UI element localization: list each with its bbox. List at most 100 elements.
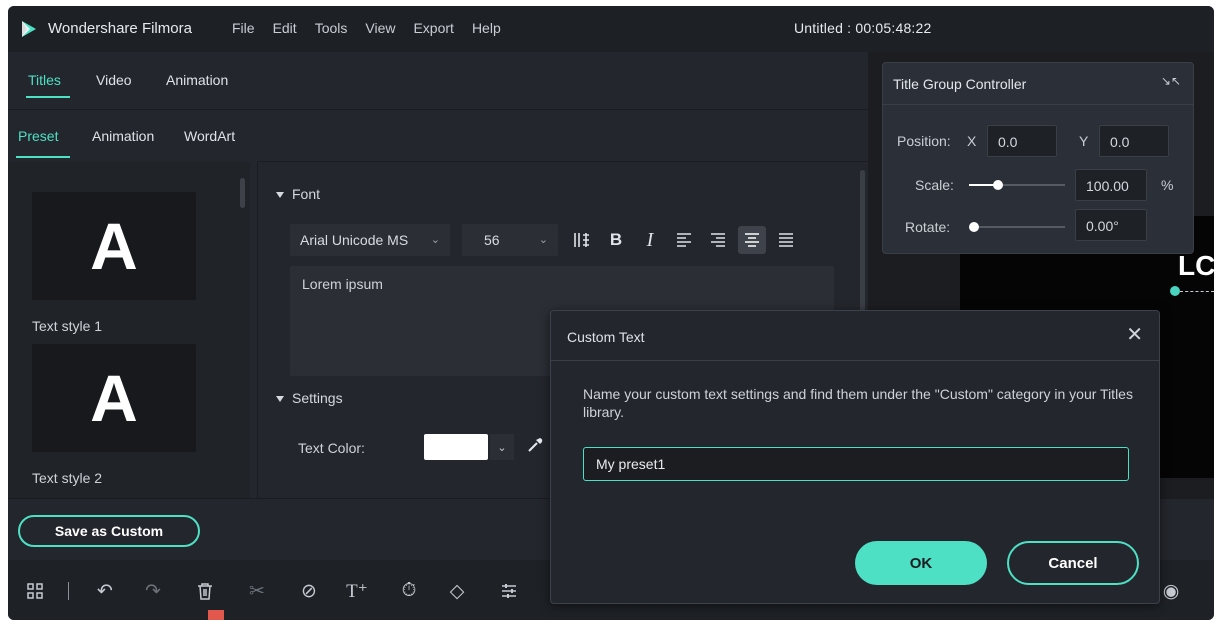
collapse-triangle-icon xyxy=(276,192,284,199)
preset-thumb-2[interactable]: A xyxy=(32,344,196,452)
dialog-title: Custom Text xyxy=(567,329,645,345)
scale-slider-knob[interactable] xyxy=(992,180,1003,190)
sub-tab-row-filler xyxy=(258,110,868,162)
font-family-value: Arial Unicode MS xyxy=(300,232,409,248)
keyframe-icon[interactable]: ◇ xyxy=(444,578,470,604)
undo-icon[interactable]: ↶ xyxy=(92,578,118,604)
delete-icon[interactable] xyxy=(192,578,218,604)
title-bar: Wondershare Filmora File Edit Tools View… xyxy=(8,6,1214,52)
selection-border xyxy=(1180,291,1214,292)
menu-edit[interactable]: Edit xyxy=(273,20,297,36)
line-spacing-icon[interactable] xyxy=(568,226,596,254)
rotate-value: 0.00° xyxy=(1086,218,1119,234)
rotate-input[interactable]: 0.00° xyxy=(1075,209,1147,241)
chevron-down-icon[interactable]: ⌄ xyxy=(490,434,514,460)
rotate-label: Rotate: xyxy=(905,219,951,235)
collapse-icon[interactable]: ↘↖ xyxy=(1161,74,1181,88)
render-preview-icon[interactable]: ◉ xyxy=(1158,578,1184,604)
align-center-icon[interactable] xyxy=(738,226,766,254)
tab-active-underline xyxy=(26,96,70,98)
chevron-down-icon: ⌄ xyxy=(430,234,440,246)
subtab-animation[interactable]: Animation xyxy=(92,128,154,144)
custom-text-dialog: Custom Text ✕ Name your custom text sett… xyxy=(550,310,1160,604)
preset-name-input[interactable] xyxy=(583,447,1129,481)
settings-section-header[interactable]: Settings xyxy=(276,390,343,406)
rotate-slider-knob[interactable] xyxy=(969,222,979,232)
layout-icon[interactable] xyxy=(22,578,48,604)
timer-icon[interactable]: ⏱ xyxy=(396,578,422,604)
tgc-title: Title Group Controller xyxy=(893,76,1027,92)
scale-input[interactable]: 100.00 xyxy=(1075,169,1147,201)
tab-animation[interactable]: Animation xyxy=(166,72,228,88)
font-size-value: 56 xyxy=(484,232,500,248)
title-group-controller: Title Group Controller ↘↖ Position: X 0.… xyxy=(882,62,1194,254)
font-size-select[interactable]: 56 ⌄ xyxy=(462,224,558,256)
menu-view[interactable]: View xyxy=(365,20,395,36)
menu-help[interactable]: Help xyxy=(472,20,501,36)
adjust-icon[interactable] xyxy=(496,578,522,604)
font-family-select[interactable]: Arial Unicode MS ⌄ xyxy=(290,224,450,256)
dialog-header: Custom Text ✕ xyxy=(551,311,1159,361)
y-label: Y xyxy=(1079,133,1089,149)
project-title: Untitled : 00:05:48:22 xyxy=(794,20,932,36)
no-icon[interactable]: ⊘ xyxy=(296,578,322,604)
tab-titles[interactable]: Titles xyxy=(28,72,61,88)
rotate-slider[interactable] xyxy=(969,226,1065,228)
format-toolbar: B I xyxy=(568,226,800,254)
eyedropper-icon[interactable] xyxy=(526,436,546,456)
preset-scrollbar[interactable] xyxy=(240,178,245,208)
ok-button[interactable]: OK xyxy=(855,541,987,585)
font-section-header[interactable]: Font xyxy=(276,186,320,202)
preset-glyph: A xyxy=(90,209,138,283)
text-color-label: Text Color: xyxy=(298,440,365,456)
menu-tools[interactable]: Tools xyxy=(315,20,348,36)
scale-label: Scale: xyxy=(915,177,954,193)
subtab-active-underline xyxy=(16,156,70,158)
app-name: Wondershare Filmora xyxy=(48,20,192,37)
tab-video[interactable]: Video xyxy=(96,72,132,88)
position-label: Position: xyxy=(897,133,951,149)
save-as-custom-button[interactable]: Save as Custom xyxy=(18,515,200,547)
preset-thumb-1[interactable]: A xyxy=(32,192,196,300)
title-sub-tabs: Preset Animation WordArt xyxy=(8,110,258,162)
editor-tabs: Titles Video Animation xyxy=(8,52,868,110)
close-icon[interactable]: ✕ xyxy=(1126,325,1143,345)
text-color-swatch[interactable] xyxy=(424,434,488,460)
scale-unit: % xyxy=(1161,177,1174,193)
preview-title-text[interactable]: LC xyxy=(1178,250,1214,282)
font-section-label: Font xyxy=(292,186,321,202)
collapse-triangle-icon xyxy=(276,396,284,403)
cancel-button[interactable]: Cancel xyxy=(1007,541,1139,585)
title-text-value: Lorem ipsum xyxy=(302,276,383,292)
timeline-playhead[interactable] xyxy=(208,610,224,620)
menu-file[interactable]: File xyxy=(232,20,255,36)
preset-glyph: A xyxy=(90,361,138,435)
filmora-logo-icon xyxy=(22,21,36,37)
preset-label-1: Text style 1 xyxy=(32,318,103,334)
align-right-icon[interactable] xyxy=(704,226,732,254)
text-add-icon[interactable]: T⁺ xyxy=(344,578,370,604)
justify-icon[interactable] xyxy=(772,226,800,254)
menu-bar: File Edit Tools View Export Help xyxy=(232,20,501,36)
subtab-wordart[interactable]: WordArt xyxy=(184,128,235,144)
position-y-input[interactable]: 0.0 xyxy=(1099,125,1169,157)
position-x-value: 0.0 xyxy=(998,134,1018,150)
subtab-preset[interactable]: Preset xyxy=(18,128,58,144)
tgc-header: Title Group Controller ↘↖ xyxy=(883,63,1193,105)
align-left-icon[interactable] xyxy=(670,226,698,254)
italic-icon[interactable]: I xyxy=(636,226,664,254)
cut-icon[interactable]: ✂ xyxy=(244,578,270,604)
bold-icon[interactable]: B xyxy=(602,226,630,254)
position-x-input[interactable]: 0.0 xyxy=(987,125,1057,157)
preset-list: A Text style 1 A Text style 2 xyxy=(8,162,250,498)
x-label: X xyxy=(967,133,977,149)
transform-handle[interactable] xyxy=(1170,286,1180,296)
menu-export[interactable]: Export xyxy=(413,20,453,36)
redo-icon[interactable]: ↷ xyxy=(140,578,166,604)
position-y-value: 0.0 xyxy=(1110,134,1130,150)
settings-section-label: Settings xyxy=(292,390,343,406)
chevron-down-icon: ⌄ xyxy=(538,234,548,246)
scale-value: 100.00 xyxy=(1086,178,1129,194)
filmora-window: Wondershare Filmora File Edit Tools View… xyxy=(8,6,1214,620)
preset-label-2: Text style 2 xyxy=(32,470,103,486)
